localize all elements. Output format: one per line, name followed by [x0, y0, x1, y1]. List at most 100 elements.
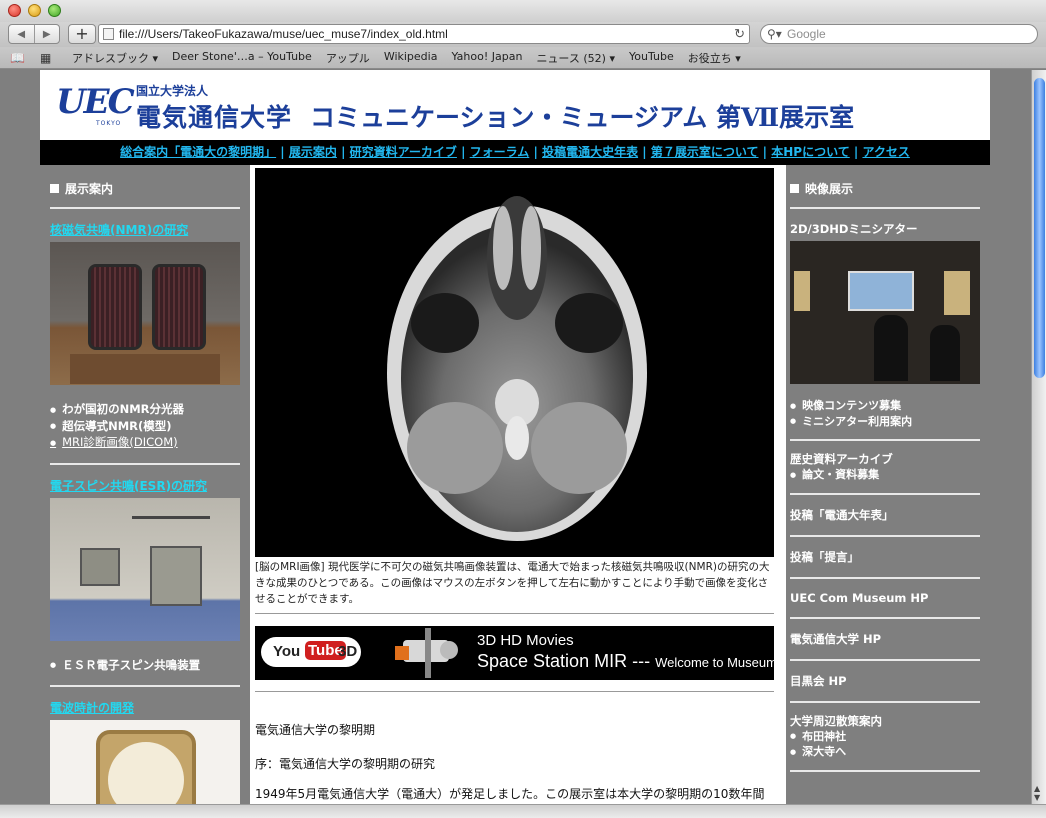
list-item[interactable]: 映像コンテンツ募集 — [790, 398, 980, 414]
nav-link[interactable]: 本HPについて — [771, 145, 849, 159]
esr-magnet — [150, 545, 202, 606]
space-station-icon — [395, 628, 458, 678]
nav-separator: | — [849, 145, 863, 159]
minimize-window-button[interactable] — [28, 4, 41, 17]
sidebar-link[interactable]: 投稿「提言」 — [790, 549, 980, 565]
viewer-silhouette — [874, 315, 908, 381]
divider — [790, 492, 980, 495]
esr-console — [80, 547, 120, 586]
sidebar-link[interactable]: 投稿「電通大年表」 — [790, 507, 980, 523]
sidebar-link[interactable]: UEC Com Museum HP — [790, 591, 980, 605]
theater-side-screen — [794, 271, 810, 311]
preface-text: 序：電気通信大学の黎明期の研究 — [255, 757, 436, 771]
close-window-button[interactable] — [8, 4, 21, 17]
university-name: 電気通信大学 — [136, 103, 293, 132]
bookmark-item[interactable]: アドレスブック ▾ — [72, 50, 158, 66]
list-item[interactable]: MRI診断画像(DICOM) — [50, 434, 240, 451]
forward-arrow-icon[interactable]: ▶ — [33, 25, 60, 43]
nav-separator: | — [758, 145, 772, 159]
nmr-table — [70, 354, 220, 384]
bookmarks-bar: 📖 ▦ アドレスブック ▾ Deer Stone'…a – YouTube アップル… — [0, 47, 1046, 69]
nmr-research-link[interactable]: 核磁気共鳴(NMR)の研究 — [50, 221, 240, 238]
sidebar-link[interactable]: 目黒会 HP — [790, 673, 980, 689]
nmr-list: わが国初のNMR分光器 超伝導式NMR(模型) MRI診断画像(DICOM) — [50, 401, 240, 451]
scroll-arrows-icon[interactable]: ▲ ▼ — [1034, 784, 1040, 802]
search-icon: ⚲▾ — [767, 27, 782, 41]
window-titlebar — [0, 0, 1046, 22]
list-item[interactable]: 布田神社 — [790, 729, 980, 745]
list-item[interactable]: ＥＳＲ電子スピン共鳴装置 — [50, 657, 240, 673]
nav-link[interactable]: フォーラム — [470, 145, 530, 159]
divider — [50, 684, 240, 687]
bookmark-item[interactable]: YouTube — [629, 50, 674, 66]
reload-icon[interactable]: ↻ — [734, 25, 745, 43]
nav-link[interactable]: 研究資料アーカイブ — [350, 145, 457, 159]
scroll-thumb[interactable] — [1034, 78, 1045, 378]
radio-clock-photo[interactable] — [50, 719, 240, 804]
back-forward-buttons: ◀ ▶ — [8, 24, 60, 44]
right-sidebar: 映像展示 2D/3DHDミニシアター 映像コンテンツ募集 ミニシアター利用案内 … — [790, 180, 980, 772]
divider — [790, 534, 980, 537]
mri-scan-graphic — [387, 196, 647, 541]
divider — [790, 616, 980, 619]
divider — [790, 769, 980, 772]
logo-text: UEC — [56, 82, 135, 122]
vertical-scrollbar[interactable]: ▲ ▼ — [1031, 70, 1046, 804]
zoom-window-button[interactable] — [48, 4, 61, 17]
open-book-icon[interactable]: 📖 — [10, 51, 25, 65]
esr-list: ＥＳＲ電子スピン共鳴装置 — [50, 657, 240, 673]
nav-link[interactable]: アクセス — [862, 145, 909, 159]
uec-logo[interactable]: UEC TOKYO — [56, 82, 135, 127]
theater-side-screen — [944, 271, 970, 315]
nmr-photo[interactable] — [50, 242, 240, 385]
youtube-3d-logo: You Tube 3D — [261, 637, 361, 667]
grid-icon[interactable]: ▦ — [40, 51, 51, 65]
bookmark-item[interactable]: Deer Stone'…a – YouTube — [172, 50, 312, 66]
bookmark-item[interactable]: ニュース (52) ▾ — [536, 50, 615, 66]
list-item[interactable]: わが国初のNMR分光器 — [50, 401, 240, 418]
bookmark-item[interactable]: アップル — [326, 50, 370, 66]
mri-caption: [脳のMRI画像] 現代医学に不可欠の磁気共鳴画像装置は、電通大で始まった核磁気… — [255, 561, 770, 605]
search-input[interactable]: ⚲▾ Google — [760, 24, 1038, 44]
back-arrow-icon[interactable]: ◀ — [9, 25, 34, 43]
sidebar-link[interactable]: 電気通信大学 HP — [790, 631, 980, 647]
nav-link[interactable]: 投稿電通大史年表 — [542, 145, 638, 159]
divider — [790, 576, 980, 579]
history-archive-link[interactable]: 歴史資料アーカイブ — [790, 451, 980, 467]
divider — [50, 462, 240, 465]
nav-link[interactable]: 第７展示室について — [651, 145, 759, 159]
video-exhibit-heading: 映像展示 — [790, 180, 980, 209]
address-bar[interactable]: file:///Users/TakeoFukazawa/muse/uec_mus… — [98, 24, 750, 44]
main-content: [脳のMRI画像] 現代医学に不可欠の磁気共鳴画像装置は、電通大で始まった核磁気… — [250, 165, 786, 804]
mini-theater-title[interactable]: 2D/3DHDミニシアター — [790, 221, 980, 237]
logo-subtext: TOKYO — [96, 120, 122, 127]
campus-walk-link[interactable]: 大学周辺散策案内 — [790, 713, 980, 729]
theater-screen — [848, 271, 914, 311]
bookmark-item[interactable]: Wikipedia — [384, 50, 438, 66]
mri-brain-image[interactable] — [255, 168, 774, 557]
esr-photo[interactable] — [50, 497, 240, 641]
nav-link[interactable]: 総合案内「電通大の黎明期」 — [120, 145, 276, 159]
add-bookmark-button[interactable]: + — [68, 24, 96, 44]
bookmark-item[interactable]: お役立ち ▾ — [688, 50, 741, 66]
nav-link[interactable]: 展示案内 — [289, 145, 337, 159]
left-sidebar: 展示案内 核磁気共鳴(NMR)の研究 わが国初のNMR分光器 超伝導式NMR(模… — [50, 180, 240, 804]
list-item[interactable]: ミニシアター利用案内 — [790, 414, 980, 430]
list-item[interactable]: 論文・資料募集 — [790, 467, 980, 483]
square-bullet-icon — [790, 184, 799, 193]
youtube-3d-banner[interactable]: You Tube 3D 3D HD Movies Space Station M… — [255, 626, 774, 680]
radio-clock-link[interactable]: 電波時計の開発 — [50, 699, 240, 716]
esr-research-link[interactable]: 電子スピン共鳴(ESR)の研究 — [50, 477, 240, 494]
list-item[interactable]: 超伝導式NMR(模型) — [50, 418, 240, 435]
web-page: UEC TOKYO 国立大学法人 電気通信大学 コミュニケーション・ミュージアム… — [40, 70, 990, 804]
mini-theater-photo[interactable] — [790, 241, 980, 384]
nmr-coil-right — [152, 264, 206, 350]
banner-line-1: 3D HD Movies — [477, 632, 574, 649]
list-item[interactable]: 深大寺へ — [790, 744, 980, 760]
site-header: UEC TOKYO 国立大学法人 電気通信大学 コミュニケーション・ミュージアム… — [40, 70, 990, 140]
section-title: 電気通信大学の黎明期 — [255, 723, 376, 737]
walk-list: 布田神社 深大寺へ — [790, 729, 980, 760]
bookmark-item[interactable]: Yahoo! Japan — [451, 50, 522, 66]
divider — [255, 691, 774, 692]
mri-dicom-link[interactable]: MRI診断画像(DICOM) — [62, 435, 178, 449]
